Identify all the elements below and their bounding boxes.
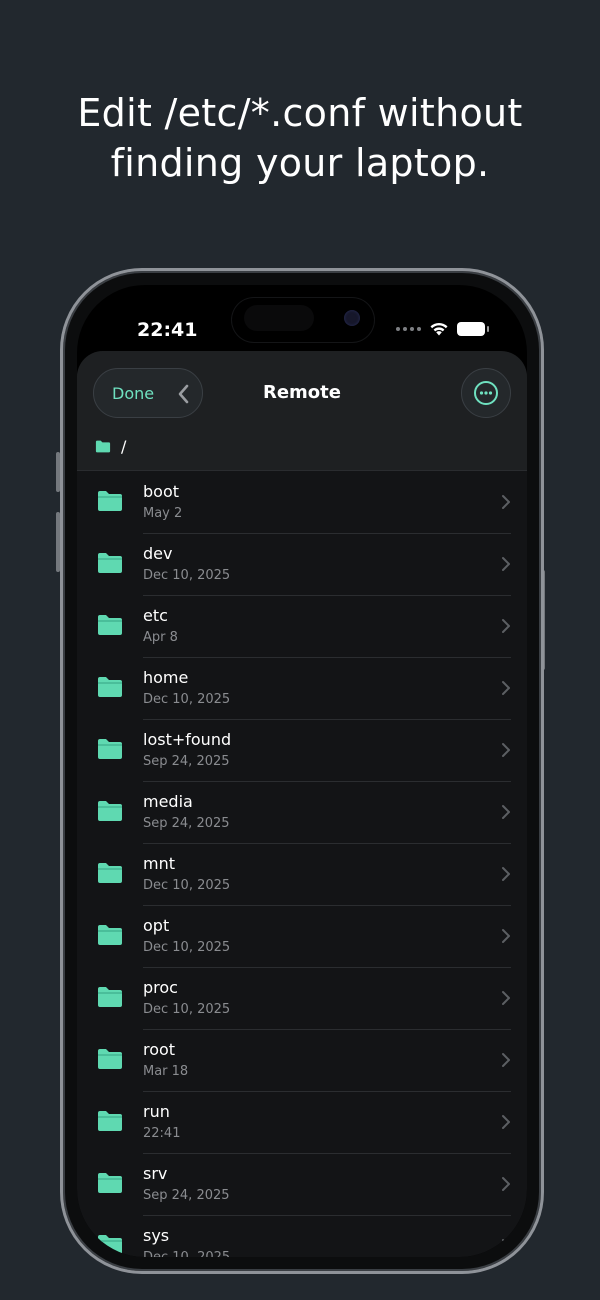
file-name: srv	[143, 1164, 168, 1183]
folder-icon	[98, 677, 122, 697]
file-date: Dec 10, 2025	[143, 940, 231, 955]
phone-screen: 22:41 Done Remote / boot May 2 dev Dec 1…	[77, 285, 527, 1257]
chevron-right-icon	[502, 1177, 510, 1191]
phone-frame: 22:41 Done Remote / boot May 2 dev Dec 1…	[60, 268, 544, 1274]
file-date: Mar 18	[143, 1064, 189, 1079]
chevron-right-icon	[502, 867, 510, 881]
file-date: May 2	[143, 506, 183, 521]
file-date: Sep 24, 2025	[143, 754, 230, 769]
folder-icon	[98, 491, 122, 511]
headline-line-2: finding your laptop.	[110, 141, 490, 185]
folder-icon	[98, 1111, 122, 1131]
island-sensor	[244, 305, 314, 331]
file-name: home	[143, 668, 189, 687]
file-name: sys	[143, 1226, 170, 1245]
chevron-right-icon	[502, 557, 510, 571]
chevron-right-icon	[502, 1239, 510, 1253]
file-name: root	[143, 1040, 176, 1059]
list-item-1[interactable]: dev Dec 10, 2025	[77, 534, 527, 596]
folder-icon	[98, 1049, 122, 1069]
file-date: Apr 8	[143, 630, 178, 645]
file-date: Dec 10, 2025	[143, 878, 231, 893]
more-button[interactable]	[461, 368, 511, 418]
status-icons	[396, 321, 489, 336]
path-label: /	[121, 437, 127, 456]
file-date: Sep 24, 2025	[143, 816, 230, 831]
file-name: mnt	[143, 854, 175, 873]
file-name: opt	[143, 916, 170, 935]
list-item-10[interactable]: run 22:41	[77, 1092, 527, 1154]
list-item-8[interactable]: proc Dec 10, 2025	[77, 968, 527, 1030]
chevron-right-icon	[502, 805, 510, 819]
breadcrumb[interactable]: /	[95, 437, 126, 456]
chevron-right-icon	[502, 929, 510, 943]
folder-icon	[98, 553, 122, 573]
chevron-right-icon	[502, 1053, 510, 1067]
folder-icon	[98, 1235, 122, 1255]
folder-icon	[98, 987, 122, 1007]
ellipsis-circle-icon	[474, 381, 498, 405]
list-item-3[interactable]: home Dec 10, 2025	[77, 658, 527, 720]
chevron-right-icon	[502, 619, 510, 633]
file-date: Dec 10, 2025	[143, 1250, 230, 1257]
camera-icon	[344, 310, 360, 326]
file-name: dev	[143, 544, 173, 563]
signal-dots-icon	[396, 326, 421, 331]
list-item-5[interactable]: media Sep 24, 2025	[77, 782, 527, 844]
file-name: proc	[143, 978, 178, 997]
file-date: Dec 10, 2025	[143, 568, 231, 583]
list-item-12[interactable]: sys Dec 10, 2025	[77, 1216, 527, 1257]
battery-icon	[457, 321, 489, 336]
chevron-right-icon	[502, 495, 510, 509]
folder-icon	[98, 863, 122, 883]
file-date: Sep 24, 2025	[143, 1188, 230, 1203]
file-name: lost+found	[143, 730, 232, 749]
file-list: boot May 2 dev Dec 10, 2025 etc Apr 8 ho…	[77, 472, 527, 1257]
remote-sheet: Done Remote / boot May 2 dev Dec 10, 202…	[77, 351, 527, 1257]
folder-icon	[98, 739, 122, 759]
list-item-2[interactable]: etc Apr 8	[77, 596, 527, 658]
folder-icon	[98, 801, 122, 821]
list-item-6[interactable]: mnt Dec 10, 2025	[77, 844, 527, 906]
list-item-0[interactable]: boot May 2	[77, 472, 527, 534]
folder-icon	[98, 1173, 122, 1193]
headline-line-1: Edit /etc/*.conf without	[77, 91, 523, 135]
wifi-icon	[430, 322, 448, 336]
file-name: boot	[143, 482, 180, 501]
folder-icon	[95, 440, 111, 453]
file-name: media	[143, 792, 193, 811]
headline: Edit /etc/*.conf without finding your la…	[0, 88, 600, 188]
list-item-4[interactable]: lost+found Sep 24, 2025	[77, 720, 527, 782]
dynamic-island	[232, 298, 374, 342]
file-name: etc	[143, 606, 168, 625]
folder-icon	[98, 615, 122, 635]
file-date: Dec 10, 2025	[143, 692, 231, 707]
chevron-right-icon	[502, 1115, 510, 1129]
chevron-right-icon	[502, 991, 510, 1005]
file-name: run	[143, 1102, 170, 1121]
list-item-9[interactable]: root Mar 18	[77, 1030, 527, 1092]
navigation-bar: Done Remote /	[77, 351, 527, 471]
file-date: 22:41	[143, 1126, 181, 1141]
nav-title: Remote	[262, 382, 341, 403]
list-item-11[interactable]: srv Sep 24, 2025	[77, 1154, 527, 1216]
list-item-7[interactable]: opt Dec 10, 2025	[77, 906, 527, 968]
chevron-right-icon	[502, 681, 510, 695]
chevron-right-icon	[502, 743, 510, 757]
folder-icon	[98, 925, 122, 945]
status-time: 22:41	[137, 319, 198, 341]
file-date: Dec 10, 2025	[143, 1002, 231, 1017]
